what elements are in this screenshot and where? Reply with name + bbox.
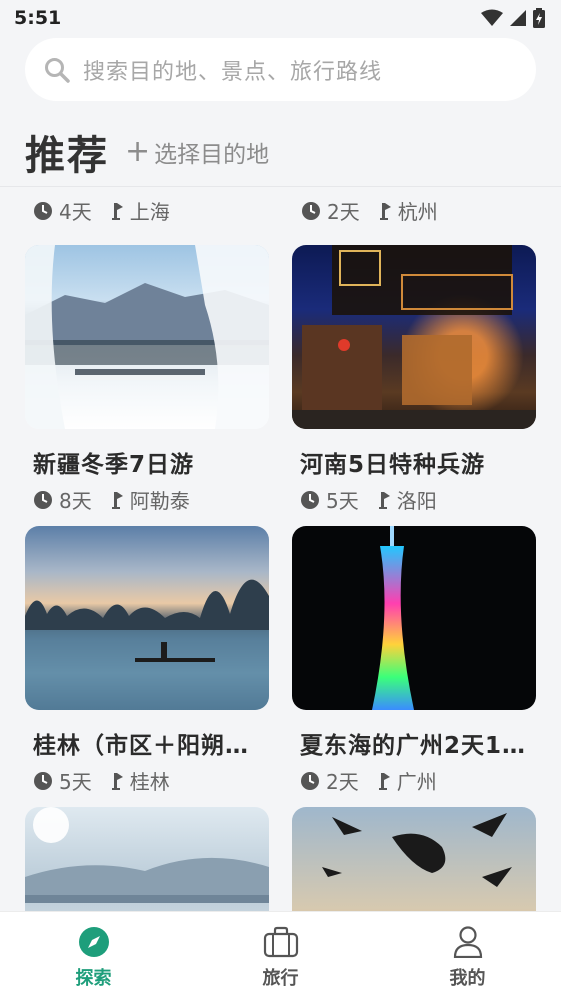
trip-image xyxy=(292,807,536,911)
bottom-nav: 探索 旅行 我的 xyxy=(0,911,561,999)
clock-icon xyxy=(300,771,320,791)
nav-explore[interactable]: 探索 xyxy=(0,912,187,999)
trip-image xyxy=(25,526,269,710)
trip-card-meta: 2天 广州 xyxy=(292,766,536,795)
nav-label: 旅行 xyxy=(262,968,299,989)
page-title: 推荐 xyxy=(25,133,109,179)
nav-me[interactable]: 我的 xyxy=(374,912,561,999)
trip-image xyxy=(292,245,536,429)
trip-days: 5天 xyxy=(326,489,359,513)
trip-city: 广州 xyxy=(396,770,437,794)
trip-days: 2天 xyxy=(326,770,359,794)
trip-title: 桂林（市区＋阳朔… xyxy=(33,733,249,759)
status-time: 5:51 xyxy=(14,7,62,29)
plus-icon: + xyxy=(125,134,151,169)
trip-days: 4天 xyxy=(59,200,92,224)
pin-icon xyxy=(110,490,124,510)
section-header: 推荐 + 选择目的地 xyxy=(25,124,269,180)
choose-destination-label: 选择目的地 xyxy=(154,142,270,168)
choose-destination-button[interactable]: + 选择目的地 xyxy=(125,135,269,169)
battery-icon xyxy=(533,8,545,28)
trip-card[interactable] xyxy=(25,807,269,911)
pin-icon xyxy=(110,201,124,221)
trip-image xyxy=(25,807,269,911)
clock-icon xyxy=(33,771,53,791)
trip-title: 夏东海的广州2天1… xyxy=(300,733,527,759)
trip-card[interactable]: 桂林（市区＋阳朔… 5天 桂林 xyxy=(25,526,269,795)
clock-icon xyxy=(33,201,53,221)
trip-city: 上海 xyxy=(129,200,170,224)
pin-icon xyxy=(377,490,391,510)
suitcase-icon xyxy=(263,926,298,958)
trip-card-meta: 4天 上海 xyxy=(33,196,170,225)
trip-days: 8天 xyxy=(59,489,92,513)
trip-city: 杭州 xyxy=(397,200,438,224)
search-icon xyxy=(45,57,70,83)
trip-card[interactable]: 河南5日特种兵游 5天 洛阳 xyxy=(292,245,536,514)
user-icon xyxy=(453,926,482,958)
trip-card[interactable]: 新疆冬季7日游 8天 阿勒泰 xyxy=(25,245,269,514)
trip-days: 2天 xyxy=(327,200,360,224)
trip-card-meta: 2天 杭州 xyxy=(301,196,438,225)
nav-trip[interactable]: 旅行 xyxy=(187,912,374,999)
trip-card[interactable]: 夏东海的广州2天1… 2天 广州 xyxy=(292,526,536,795)
clock-icon xyxy=(301,201,321,221)
signal-icon xyxy=(510,10,526,26)
status-icons xyxy=(481,8,545,28)
trip-image xyxy=(25,245,269,429)
trip-card[interactable] xyxy=(292,807,536,911)
trip-card-meta: 5天 洛阳 xyxy=(292,485,536,514)
compass-icon xyxy=(78,927,109,957)
clock-icon xyxy=(300,490,320,510)
pin-icon xyxy=(378,201,392,221)
trip-days: 5天 xyxy=(59,770,92,794)
trip-card-meta: 5天 桂林 xyxy=(25,766,269,795)
trip-city: 阿勒泰 xyxy=(129,489,190,513)
trip-card-meta: 8天 阿勒泰 xyxy=(25,485,269,514)
wifi-icon xyxy=(481,9,503,26)
nav-label: 我的 xyxy=(449,968,486,989)
trip-title: 新疆冬季7日游 xyxy=(33,452,195,478)
pin-icon xyxy=(110,771,124,791)
search-bar[interactable]: 搜索目的地、景点、旅行路线 xyxy=(25,38,536,101)
status-bar: 5:51 xyxy=(0,0,561,36)
trip-image xyxy=(292,526,536,710)
search-input[interactable]: 搜索目的地、景点、旅行路线 xyxy=(83,54,382,86)
trip-title: 河南5日特种兵游 xyxy=(300,452,486,478)
trip-city: 桂林 xyxy=(129,770,170,794)
trip-city: 洛阳 xyxy=(396,489,437,513)
nav-label: 探索 xyxy=(75,968,112,989)
clock-icon xyxy=(33,490,53,510)
trip-list[interactable]: 4天 上海 2天 杭州 新疆冬季7日游 8天 阿勒泰 河南5日特种兵游 5天 洛… xyxy=(0,187,561,911)
pin-icon xyxy=(377,771,391,791)
